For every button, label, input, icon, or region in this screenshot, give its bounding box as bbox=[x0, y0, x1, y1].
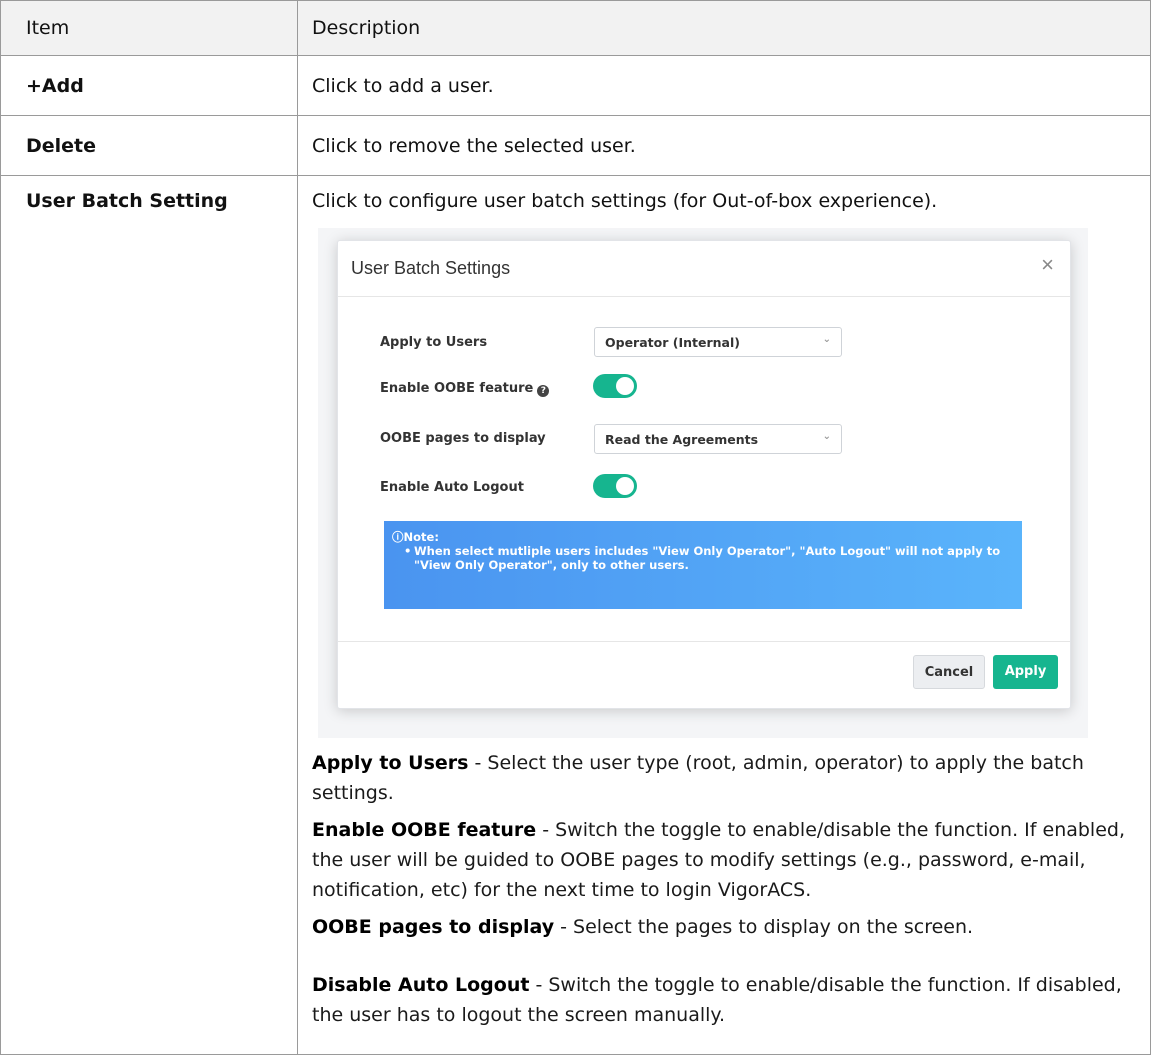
cancel-button[interactable]: Cancel bbox=[913, 655, 985, 689]
enable-oobe-label-text: Enable OOBE feature bbox=[380, 381, 534, 396]
question-circle-icon[interactable]: ? bbox=[537, 385, 550, 397]
toggle-knob bbox=[616, 477, 634, 495]
header-item: Item bbox=[26, 17, 70, 39]
oobe-pages-value: Read the Agreements bbox=[605, 432, 759, 447]
note-text: When select mutliple users includes "Vie… bbox=[404, 544, 1014, 572]
row-description-user-batch-setting: Click to configure user batch settings (… bbox=[312, 190, 938, 212]
apply-to-users-value: Operator (Internal) bbox=[605, 335, 740, 350]
row-item-delete: Delete bbox=[26, 135, 97, 157]
toggle-knob bbox=[616, 377, 634, 395]
user-batch-settings-dialog: User Batch Settings × Apply to Users Ope… bbox=[337, 240, 1071, 709]
close-icon[interactable]: × bbox=[1041, 252, 1054, 278]
row-description-delete: Click to remove the selected user. bbox=[312, 135, 636, 157]
apply-to-users-select[interactable]: Operator (Internal) ⌄ bbox=[594, 327, 842, 357]
header-description: Description bbox=[312, 17, 421, 39]
explanation-auto-logout: Disable Auto Logout - Switch the toggle … bbox=[312, 970, 1142, 1030]
dialog-title: User Batch Settings bbox=[351, 258, 511, 278]
row-description-add: Click to add a user. bbox=[312, 75, 494, 97]
apply-to-users-label: Apply to Users bbox=[380, 335, 488, 350]
explanation-term: Disable Auto Logout bbox=[312, 974, 530, 996]
chevron-down-icon: ⌄ bbox=[822, 431, 831, 442]
explanation-oobe-pages: OOBE pages to display - Select the pages… bbox=[312, 912, 1142, 942]
explanation-apply-to-users: Apply to Users - Select the user type (r… bbox=[312, 748, 1142, 808]
apply-button[interactable]: Apply bbox=[993, 655, 1058, 689]
oobe-pages-select[interactable]: Read the Agreements ⌄ bbox=[594, 424, 842, 454]
explanation-enable-oobe: Enable OOBE feature - Switch the toggle … bbox=[312, 815, 1142, 905]
note-title: ⓘNote: bbox=[392, 530, 439, 544]
enable-oobe-toggle[interactable] bbox=[593, 374, 637, 398]
enable-oobe-label: Enable OOBE feature? bbox=[380, 381, 550, 397]
row-item-add: +Add bbox=[26, 75, 84, 97]
explanation-term: Enable OOBE feature bbox=[312, 819, 537, 841]
explanation-term: Apply to Users bbox=[312, 752, 469, 774]
table-row-cell bbox=[0, 175, 298, 1055]
dialog-footer-divider bbox=[338, 641, 1070, 642]
explanation-text: - Select the pages to display on the scr… bbox=[554, 916, 974, 938]
dialog-header-divider bbox=[338, 296, 1070, 297]
table-header-description-cell bbox=[297, 0, 1151, 56]
note-box: ⓘNote: When select mutliple users includ… bbox=[384, 521, 1022, 609]
auto-logout-label: Enable Auto Logout bbox=[380, 480, 524, 495]
auto-logout-toggle[interactable] bbox=[593, 474, 637, 498]
row-item-user-batch-setting: User Batch Setting bbox=[26, 190, 228, 212]
explanation-term: OOBE pages to display bbox=[312, 916, 555, 938]
chevron-down-icon: ⌄ bbox=[822, 334, 831, 345]
oobe-pages-label: OOBE pages to display bbox=[380, 431, 546, 446]
